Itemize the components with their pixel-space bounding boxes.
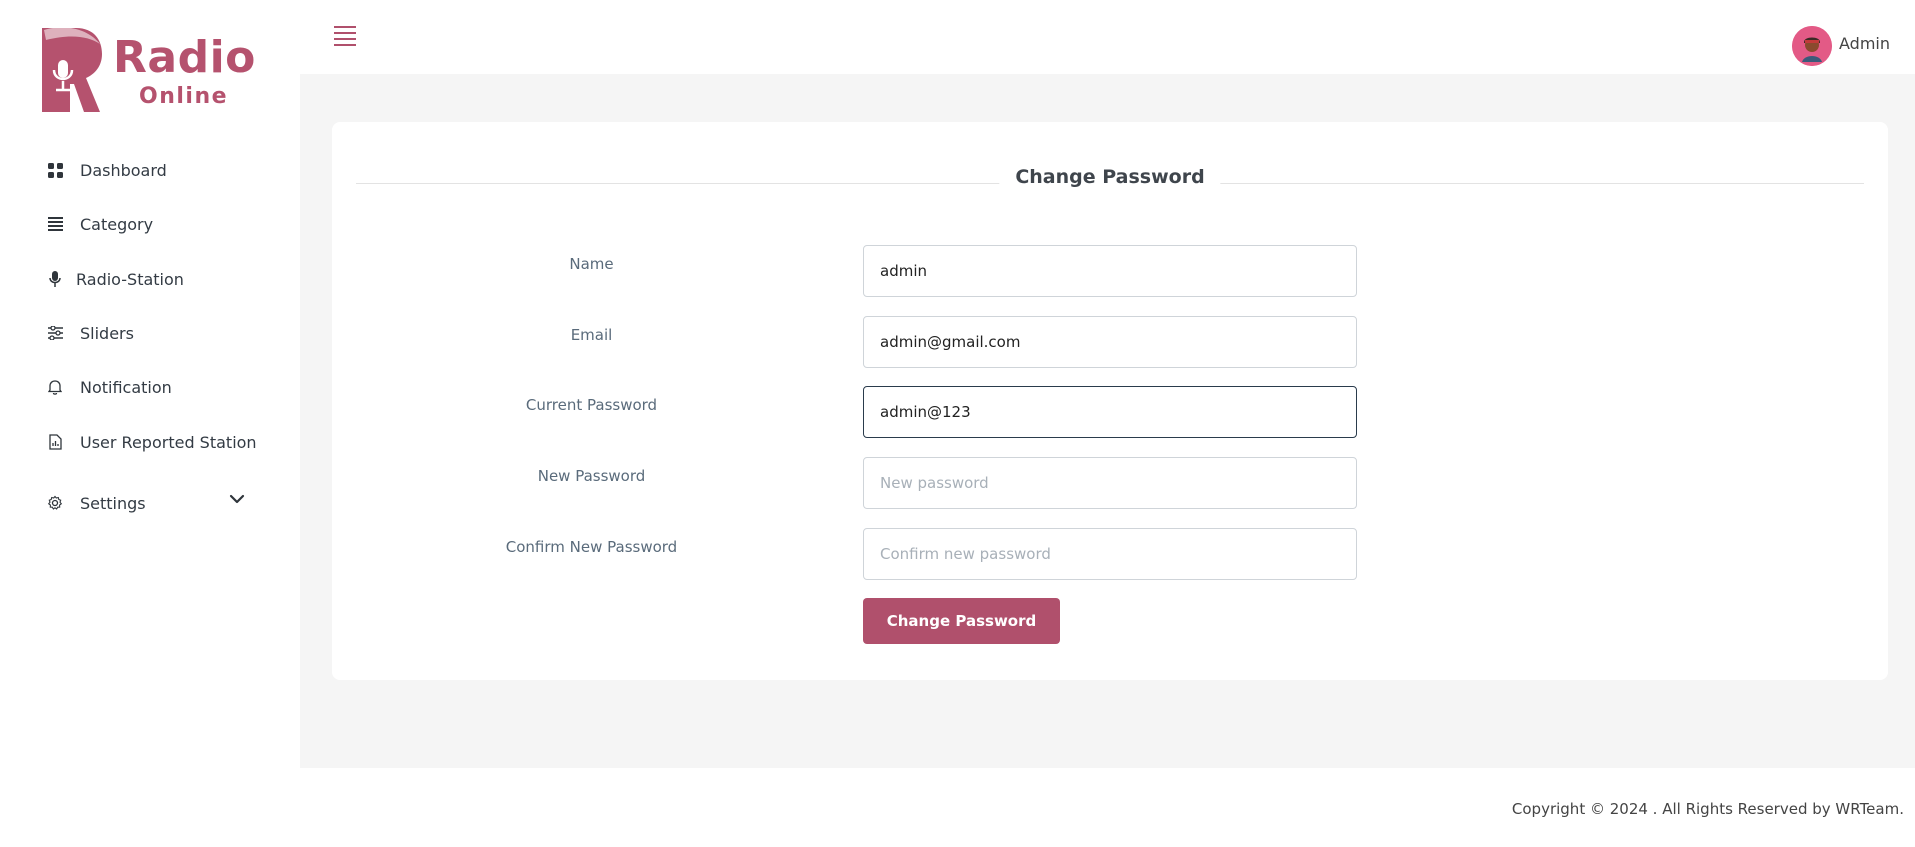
change-password-button[interactable]: Change Password [863,598,1060,644]
menu-toggle-icon[interactable] [334,26,356,46]
name-field[interactable] [863,245,1357,297]
form-row-current-password: Current Password [332,386,1888,438]
sidebar-item-label: Sliders [80,323,134,343]
top-header: Admin [300,0,1915,74]
gear-icon [46,494,64,512]
chevron-down-icon[interactable] [228,490,250,512]
form-row-new-password: New Password [332,457,1888,509]
brand-subtitle: Online [139,84,229,109]
form-row-email: Email [332,316,1888,368]
new-password-label: New Password [537,467,646,485]
copyright-text: Copyright © 2024 . All Rights Reserved b… [1511,800,1904,818]
email-label: Email [570,326,613,344]
brand-title: Radio [113,32,256,83]
page-title: Change Password [999,166,1221,188]
new-password-field[interactable] [863,457,1357,509]
footer: Copyright © 2024 . All Rights Reserved b… [300,768,1915,847]
sliders-icon [46,324,64,342]
name-label: Name [569,255,614,273]
form-row-name: Name [332,245,1888,297]
change-password-card: Change Password Name Email Current Passw… [332,122,1888,680]
confirm-password-field[interactable] [863,528,1357,580]
sidebar-item-notification[interactable]: Notification [46,372,172,402]
confirm-password-label: Confirm New Password [505,538,678,556]
main-content: Change Password Name Email Current Passw… [300,74,1915,768]
grid-icon [46,161,64,179]
sidebar-item-label: User Reported Station [80,432,257,452]
sidebar-item-radio-station[interactable]: Radio-Station [46,264,184,294]
sidebar-item-dashboard[interactable]: Dashboard [46,155,167,185]
sidebar-item-label: Dashboard [80,160,167,180]
radio-logo-icon [42,27,102,112]
card-header: Change Password [356,166,1864,188]
form-row-confirm-password: Confirm New Password [332,528,1888,580]
user-name[interactable]: Admin [1839,34,1890,53]
sidebar: Radio Online Dashboard Category Radio-St… [0,0,300,847]
sidebar-item-user-reported-station[interactable]: User Reported Station [46,427,257,457]
sidebar-item-label: Settings [80,493,146,513]
email-field[interactable] [863,316,1357,368]
sidebar-item-sliders[interactable]: Sliders [46,318,134,348]
sidebar-item-settings[interactable]: Settings [46,488,256,518]
brand-logo[interactable]: Radio Online [40,26,255,116]
bell-icon [46,378,64,396]
report-icon [46,433,64,451]
sidebar-item-label: Notification [80,377,172,397]
list-icon [46,215,64,233]
avatar[interactable] [1792,26,1832,66]
sidebar-item-label: Category [80,214,154,234]
microphone-icon [46,270,64,288]
sidebar-item-label: Radio-Station [76,269,184,289]
current-password-field[interactable] [863,386,1357,438]
sidebar-item-category[interactable]: Category [46,209,153,239]
current-password-label: Current Password [525,396,658,414]
